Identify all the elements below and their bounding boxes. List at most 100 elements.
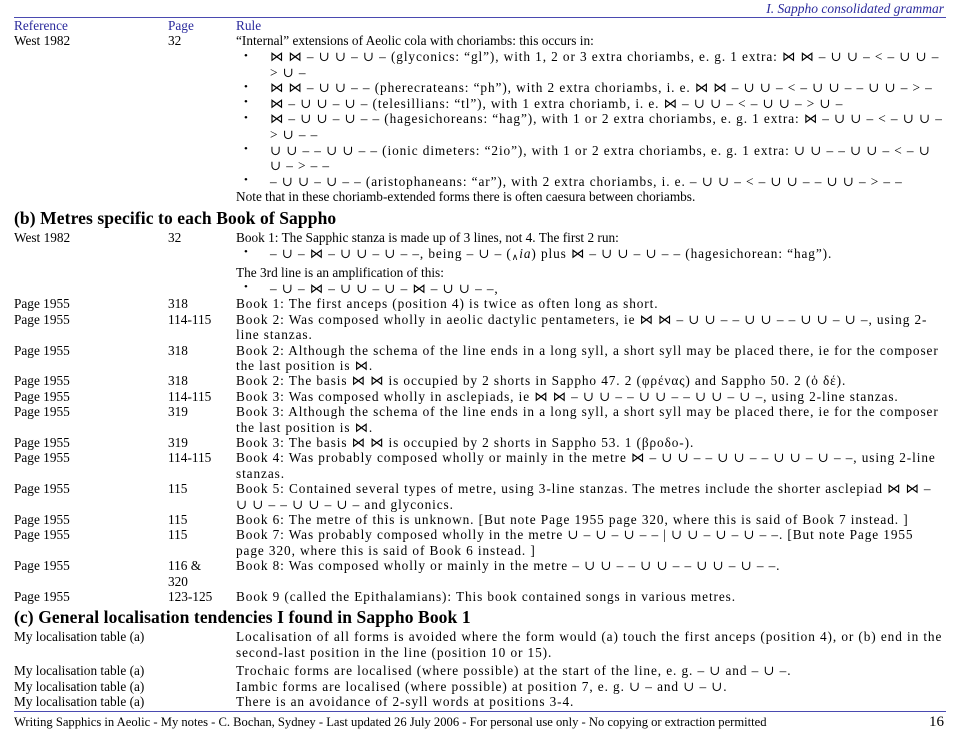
cell-page: 116 & 320 [168,558,236,589]
cell-reference: Page 1955 [14,558,70,574]
cell-page: 114-115 [168,388,212,404]
cell-reference: My localisation table (a) [14,629,145,645]
cell-page: 318 [168,373,188,389]
footer-page-number: 16 [929,714,944,730]
cell-page: 114-115 [168,450,212,466]
cell-rule: Book 2: Although the schema of the line … [236,342,939,373]
rule-note-text: Note that in these choriamb-extended for… [236,189,696,205]
cell-page: 318 [168,296,188,312]
table-row: Page 1955 318 Book 2: The basis ⋈ ⋈ is o… [14,373,946,388]
cell-page: 115 [168,512,188,527]
cell-reference: Page 1955 [14,527,70,543]
rules-table-section-b: West 1982 32 Book 1: The Sapphic stanza … [14,230,946,605]
table-row: Page 1955 114-115 Book 3: Was composed w… [14,389,946,404]
cell-page: 32 [168,33,182,49]
column-header-page: Page [168,18,194,33]
section-heading-b: (b) Metres specific to each Book of Sapp… [14,207,337,228]
table-row: Page 1955 319 Book 3: Although the schem… [14,404,946,435]
table-column-header-row: Reference Page Rule [14,18,946,33]
cell-rule: Book 1: The first anceps (position 4) is… [236,296,659,312]
cell-rule: Book 9 (called the Epithalamians): This … [236,589,736,605]
cell-rule: There is an avoidance of 2-syll words at… [236,694,575,710]
metre-notation: – ∪ ∪ – ∪ – – (aristophaneans: “ar”), wi… [270,173,903,189]
running-header-title: I. Sappho consolidated grammar [766,1,944,16]
list-item: – ∪ ∪ – ∪ – – (aristophaneans: “ar”), wi… [236,173,946,190]
table-row: My localisation table (a) Iambic forms a… [14,679,946,694]
cell-page: 319 [168,404,188,420]
cell-reference: Page 1955 [14,342,70,358]
cell-reference: Page 1955 [14,589,70,605]
cell-page [168,679,236,694]
metre-notation-post: ) plus ⋈ – ∪ ∪ – ∪ – – (hagesichorean: “… [531,245,833,261]
list-item: ⋈ ⋈ – ∪ ∪ – – (pherecrateans: “ph”), wit… [236,80,946,96]
cell-page: 123-125 [168,589,213,605]
table-row: Page 1955 115 Book 7: Was probably compo… [14,527,946,558]
cell-rule: Book 2: Was composed wholly in aeolic da… [236,311,928,343]
cell-reference: My localisation table (a) [14,678,145,694]
table-row: Page 1955 114-115 Book 2: Was composed w… [14,312,946,343]
cell-reference: West 1982 [14,229,71,245]
metre-notation: – ∪ – ⋈ – ∪ ∪ – ∪ – ⋈ – ∪ ∪ – –, [270,280,499,296]
cell-rule: Book 6: The metre of this is unknown. [B… [236,512,909,527]
cell-page-line1: 116 & [168,558,202,574]
cell-rule: Book 3: Was composed wholly in asclepiad… [236,388,899,404]
cell-reference: My localisation table (a) [14,694,145,710]
cell-page: 319 [168,434,188,450]
list-item: – ∪ – ⋈ – ∪ ∪ – ∪ – ⋈ – ∪ ∪ – –, [236,280,946,297]
cell-rule: Book 5: Contained several types of metre… [236,481,932,512]
section-heading-c: (c) General localisation tendencies I fo… [14,607,471,628]
table-row: My localisation table (a) There is an av… [14,694,946,709]
metre-notation: ⋈ – ∪ ∪ – ∪ – – (hagesichoreans: “hag”),… [270,111,943,142]
cell-rule: “Internal” extensions of Aeolic cola wit… [236,33,946,205]
metre-bullet-list: ⋈ ⋈ – ∪ ∪ – ∪ – (glyconics: “gl”), with … [236,48,946,190]
rules-table-section-a: Reference Page Rule West 1982 32 “Intern… [14,18,946,205]
cell-rule: Iambic forms are localised (where possib… [236,678,728,694]
cell-reference: West 1982 [14,33,71,49]
cell-rule: Trochaic forms are localised (where poss… [236,663,792,679]
list-item: ⋈ ⋈ – ∪ ∪ – ∪ – (glyconics: “gl”), with … [236,48,946,80]
cell-rule: Book 7: Was probably composed wholly in … [236,527,914,558]
cell-page: 114-115 [168,311,212,327]
cell-rule: Book 3: The basis ⋈ ⋈ is occupied by 2 s… [236,434,695,450]
cell-reference: Page 1955 [14,481,70,497]
cell-page-line2: 320 [168,573,188,589]
cell-page: 32 [168,229,182,245]
list-item: – ∪ – ⋈ – ∪ ∪ – ∪ – –, being – ∪ – (∧ia)… [236,245,946,266]
cell-rule: Book 2: The basis ⋈ ⋈ is occupied by 2 s… [236,373,847,389]
cell-rule: Book 4: Was probably composed wholly or … [236,450,936,481]
footer-row: Writing Sapphics in Aeolic - My notes - … [14,715,946,730]
cell-reference: Page 1955 [14,311,70,327]
metre-notation: ⋈ – ∪ ∪ – ∪ – (telesillians: “tl”), with… [270,95,844,111]
table-row: Page 1955 115 Book 5: Contained several … [14,481,946,512]
table-row: Page 1955 319 Book 3: The basis ⋈ ⋈ is o… [14,435,946,450]
cell-page: 318 [168,342,188,358]
metre-notation: ∪ ∪ – – ∪ ∪ – – (ionic dimeters: “2io”),… [270,142,931,174]
cell-reference: Page 1955 [14,512,70,527]
cell-reference: My localisation table (a) [14,663,145,679]
table-row: Page 1955 115 Book 6: The metre of this … [14,512,946,527]
cell-page: 115 [168,527,188,543]
metre-label-ia: ia [519,245,532,261]
table-row: West 1982 32 “Internal” extensions of Ae… [14,33,946,205]
list-item: ⋈ – ∪ ∪ – ∪ – (telesillians: “tl”), with… [236,95,946,112]
cell-rule: Book 3: Although the schema of the line … [236,404,939,435]
metre-bullet-list-second: – ∪ – ⋈ – ∪ ∪ – ∪ – ⋈ – ∪ ∪ – –, [236,280,946,297]
cell-rule: Localisation of all forms is avoided whe… [236,629,943,660]
metre-notation: ⋈ ⋈ – ∪ ∪ – – (pherecrateans: “ph”), wit… [270,80,933,96]
footer-divider-rule [14,711,946,712]
metre-bullet-list: – ∪ – ⋈ – ∪ ∪ – ∪ – –, being – ∪ – (∧ia)… [236,245,946,266]
cell-reference: Page 1955 [14,434,70,450]
table-row: Page 1955 114-115 Book 4: Was probably c… [14,450,946,481]
cell-page [168,694,236,709]
cell-page: 115 [168,481,188,497]
table-row: My localisation table (a) Trochaic forms… [14,663,946,678]
table-row: Page 1955 318 Book 1: The first anceps (… [14,296,946,311]
cell-reference: Page 1955 [14,373,70,389]
table-row: West 1982 32 Book 1: The Sapphic stanza … [14,230,946,296]
cell-page [168,629,236,660]
cell-rule: Book 1: The Sapphic stanza is made up of… [236,230,946,296]
metre-notation: ⋈ ⋈ – ∪ ∪ – ∪ – (glyconics: “gl”), with … [270,49,940,80]
rule-intro-text: “Internal” extensions of Aeolic cola wit… [236,33,594,49]
column-header-reference: Reference [14,18,68,33]
table-row: Page 1955 116 & 320 Book 8: Was composed… [14,558,946,589]
